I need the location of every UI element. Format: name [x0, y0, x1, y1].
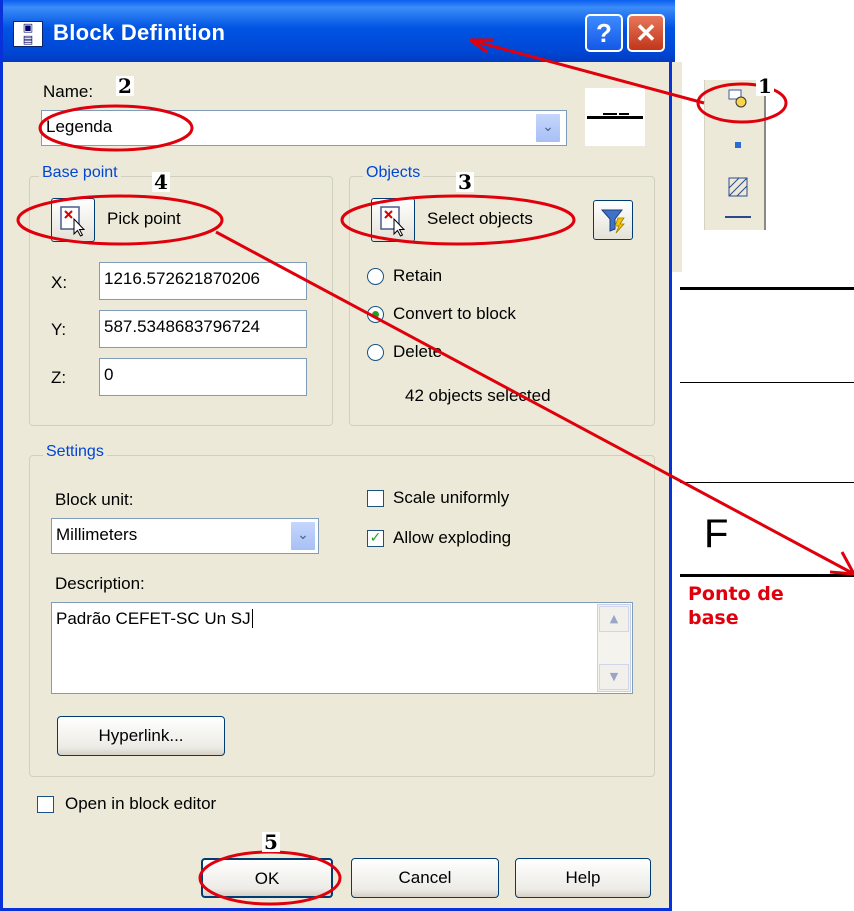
annotation-5: 5: [262, 830, 280, 854]
annotation-1: 1: [756, 74, 774, 98]
annotation-overlay: [16, 38, 854, 906]
select-objects-highlight: [340, 194, 576, 246]
arrow-to-title-line: [469, 38, 705, 105]
pick-point-highlight: [16, 194, 224, 246]
ok-button-highlight: [198, 850, 342, 906]
arrow-to-base-point-line: [215, 230, 854, 576]
annotation-2: 2: [116, 74, 134, 98]
annotation-3: 3: [456, 170, 474, 194]
name-field-highlight: [38, 104, 194, 152]
annotation-4: 4: [152, 170, 170, 194]
